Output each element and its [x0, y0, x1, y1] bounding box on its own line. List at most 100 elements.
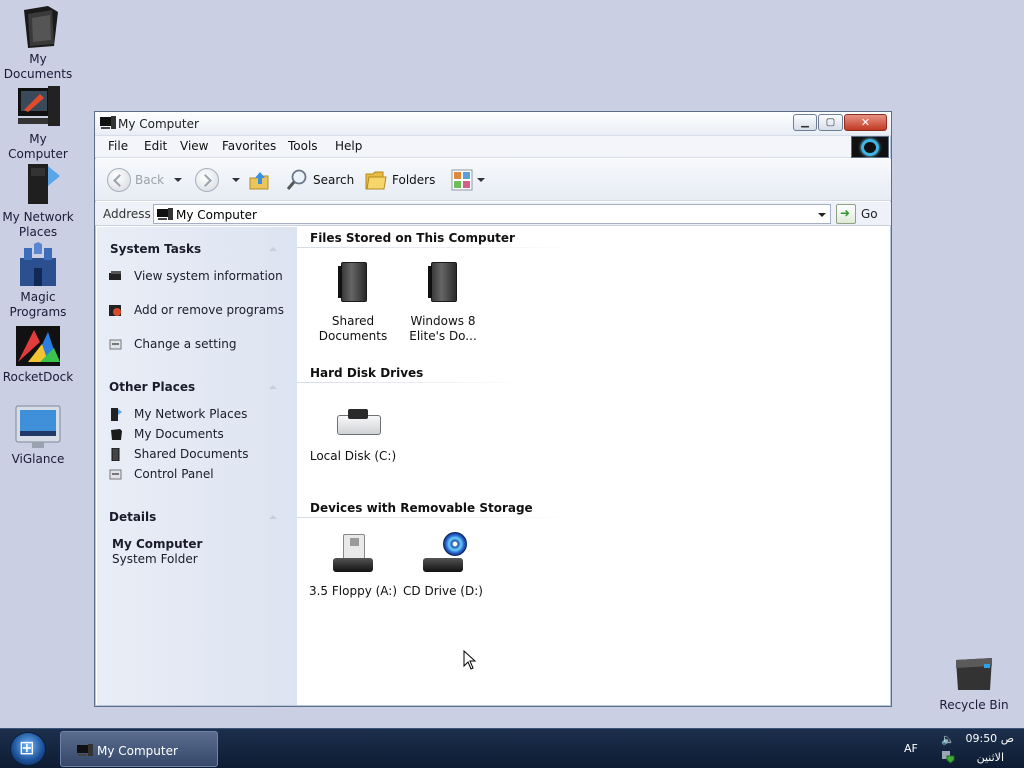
task-view-system-information[interactable]: View system information — [109, 269, 289, 284]
network-icon — [109, 408, 123, 421]
explorer-window: My Computer ▁ ▢ ✕ File Edit View Favorit… — [94, 111, 892, 707]
language-indicator[interactable]: AF — [904, 742, 918, 755]
start-button[interactable] — [10, 732, 46, 766]
menu-file[interactable]: File — [108, 139, 128, 153]
taskbar: My Computer AF 🔈 09:50 ص الاثنين — [0, 728, 1024, 768]
item-local-disk-c[interactable]: Local Disk (C:) — [308, 395, 398, 464]
recycle-bin-icon — [950, 650, 998, 696]
details-type: System Folder — [112, 552, 198, 566]
menu-edit[interactable]: Edit — [144, 139, 167, 153]
menu-tools[interactable]: Tools — [288, 139, 318, 153]
hard-disk-icon — [329, 395, 381, 443]
up-button[interactable] — [248, 168, 272, 192]
up-folder-icon — [248, 168, 272, 195]
folder-icon — [109, 428, 123, 441]
minimize-button[interactable]: ▁ — [793, 114, 817, 131]
control-panel-icon — [109, 468, 123, 481]
back-button[interactable]: Back — [107, 168, 167, 192]
folder-icon — [14, 4, 62, 50]
place-control-panel[interactable]: Control Panel — [109, 467, 289, 482]
group-divider — [297, 517, 577, 518]
chevron-down-icon — [174, 178, 182, 182]
network-icon — [14, 162, 62, 208]
details-header[interactable]: Details — [109, 510, 156, 524]
menu-view[interactable]: View — [180, 139, 208, 153]
content-area: Files Stored on This Computer Shared Doc… — [297, 227, 889, 705]
maximize-icon: ▢ — [825, 117, 836, 128]
item-cd-drive-d[interactable]: CD Drive (D:) — [398, 530, 488, 599]
group-divider — [297, 247, 577, 248]
collapse-icon[interactable] — [269, 385, 277, 389]
views-button[interactable] — [451, 168, 487, 192]
other-places-header[interactable]: Other Places — [109, 380, 195, 394]
floppy-drive-icon — [329, 530, 377, 578]
desktop-icon-my-documents[interactable]: My Documents — [0, 4, 76, 82]
go-label[interactable]: Go — [861, 207, 878, 221]
go-button[interactable] — [836, 204, 856, 224]
collapse-icon[interactable] — [269, 247, 277, 251]
address-label: Address — [103, 207, 151, 221]
computer-icon — [14, 84, 62, 130]
place-my-documents[interactable]: My Documents — [109, 427, 289, 442]
chevron-down-icon[interactable] — [818, 213, 826, 217]
folder-icon — [419, 260, 467, 308]
computer-icon — [77, 744, 93, 757]
address-bar: Address My Computer Go — [95, 202, 891, 226]
windows-logo — [851, 136, 889, 158]
desktop-icon-my-network-places[interactable]: My Network Places — [0, 162, 76, 240]
address-input[interactable]: My Computer — [153, 204, 831, 224]
minimize-icon: ▁ — [801, 117, 809, 128]
rocketdock-icon — [14, 322, 62, 368]
folders-button[interactable]: Folders — [365, 168, 437, 192]
menu-help[interactable]: Help — [335, 139, 362, 153]
forward-button[interactable] — [195, 168, 221, 192]
close-button[interactable]: ✕ — [844, 114, 887, 131]
menu-bar: File Edit View Favorites Tools Help — [95, 136, 851, 158]
details-name: My Computer — [112, 537, 203, 551]
desktop-icon-magic-programs[interactable]: Magic Programs — [0, 242, 76, 320]
folder-icon — [365, 168, 387, 195]
clock-day[interactable]: الاثنين — [944, 751, 1004, 764]
desktop-icon-my-computer[interactable]: My Computer — [0, 84, 76, 162]
desktop-icon-viglance[interactable]: ViGlance — [0, 404, 76, 467]
views-icon — [451, 169, 473, 194]
folder-icon — [109, 447, 123, 462]
task-change-setting[interactable]: Change a setting — [109, 337, 289, 352]
folder-icon — [329, 260, 377, 308]
computer-icon — [100, 116, 116, 130]
group-header-removable: Devices with Removable Storage — [310, 501, 533, 515]
back-dropdown[interactable] — [174, 168, 184, 192]
control-panel-icon — [109, 338, 123, 351]
item-shared-documents[interactable]: Shared Documents — [308, 260, 398, 344]
window-title: My Computer — [118, 117, 199, 131]
chevron-down-icon — [232, 178, 240, 182]
mouse-cursor-icon — [463, 649, 477, 673]
title-bar[interactable]: My Computer ▁ ▢ ✕ — [95, 112, 891, 136]
place-shared-documents[interactable]: Shared Documents — [109, 447, 289, 462]
place-my-network-places[interactable]: My Network Places — [109, 407, 289, 422]
address-value: My Computer — [176, 208, 257, 222]
search-button[interactable]: Search — [286, 168, 356, 192]
desktop-icon-rocketdock[interactable]: RocketDock — [0, 322, 76, 385]
volume-icon[interactable]: 🔈 — [941, 733, 955, 746]
task-pane: System Tasks View system information Add… — [97, 227, 297, 705]
forward-dropdown[interactable] — [232, 168, 242, 192]
cd-drive-icon — [419, 530, 467, 578]
maximize-button[interactable]: ▢ — [818, 114, 843, 131]
search-icon — [286, 168, 308, 195]
task-add-remove-programs[interactable]: Add or remove programs — [109, 303, 289, 318]
item-floppy-a[interactable]: 3.5 Floppy (A:) — [308, 530, 398, 599]
item-windows-8-elite-documents[interactable]: Windows 8 Elite's Do... — [398, 260, 488, 344]
castle-icon — [14, 242, 62, 288]
forward-arrow-icon — [195, 168, 219, 192]
taskbar-item-my-computer[interactable]: My Computer — [60, 731, 218, 767]
close-icon: ✕ — [860, 116, 871, 129]
group-divider — [297, 382, 529, 383]
ring-logo-icon — [861, 139, 879, 156]
add-remove-icon — [109, 304, 123, 317]
desktop-icon-recycle-bin[interactable]: Recycle Bin — [936, 650, 1012, 713]
collapse-icon[interactable] — [269, 515, 277, 519]
clock-time[interactable]: 09:50 ص — [962, 732, 1014, 745]
system-tasks-header[interactable]: System Tasks — [110, 242, 201, 256]
menu-favorites[interactable]: Favorites — [222, 139, 276, 153]
